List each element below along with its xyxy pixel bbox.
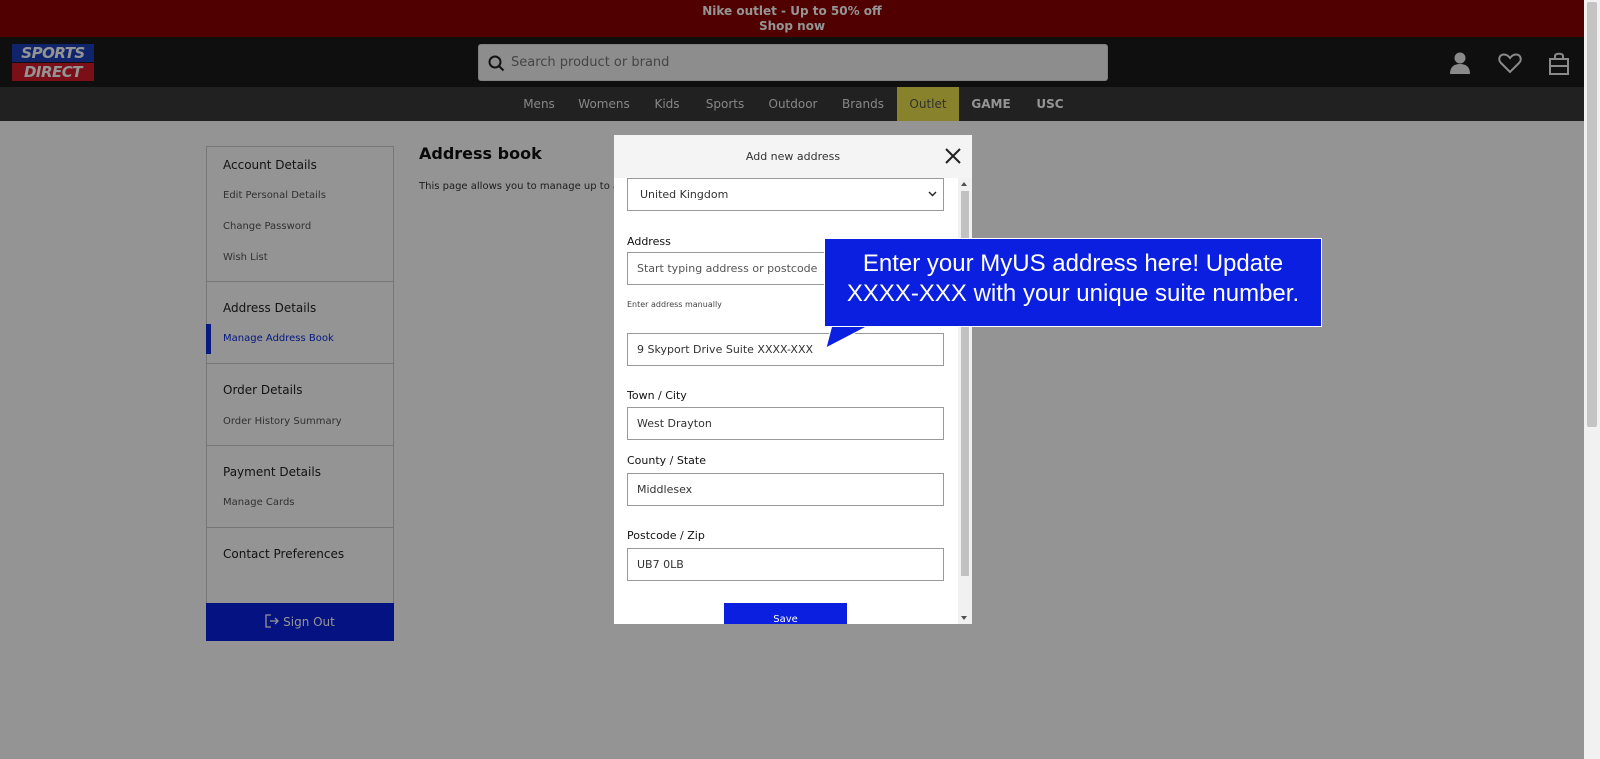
add-address-modal: Add new address United Kingdom Address E… — [614, 135, 972, 624]
county-value: Middlesex — [637, 483, 693, 496]
scroll-up-arrow-icon[interactable] — [961, 182, 967, 186]
modal-title: Add new address — [745, 150, 841, 163]
postcode-field[interactable]: UB7 0LB — [627, 548, 944, 581]
callout-line-2: XXXX-XXX with your unique suite number. — [846, 280, 1300, 307]
country-select[interactable]: United Kingdom — [627, 178, 944, 211]
county-label: County / State — [627, 454, 706, 467]
town-label: Town / City — [627, 389, 687, 402]
address-line-field[interactable]: 9 Skyport Drive Suite XXXX-XXX — [627, 333, 944, 366]
callout-pointer — [825, 325, 871, 349]
town-field[interactable]: West Drayton — [627, 407, 944, 440]
modal-header: Add new address — [614, 135, 972, 178]
page-scrollbar-thumb[interactable] — [1587, 2, 1597, 427]
town-value: West Drayton — [637, 417, 712, 430]
save-button[interactable]: Save — [724, 603, 847, 624]
enter-address-manually-link[interactable]: Enter address manually — [627, 300, 722, 309]
close-icon[interactable] — [944, 147, 962, 165]
county-field[interactable]: Middlesex — [627, 473, 944, 506]
chevron-down-icon — [928, 191, 937, 197]
scroll-down-arrow-icon[interactable] — [961, 616, 967, 620]
address-line-value: 9 Skyport Drive Suite XXXX-XXX — [637, 343, 814, 356]
postcode-value: UB7 0LB — [637, 558, 684, 571]
postcode-label: Postcode / Zip — [627, 529, 705, 542]
address-label: Address — [627, 235, 671, 248]
callout-line-1: Enter your MyUS address here! Update — [862, 250, 1284, 277]
page-scrollbar[interactable] — [1584, 0, 1600, 759]
country-value: United Kingdom — [640, 188, 729, 201]
instruction-callout: Enter your MyUS address here! Update XXX… — [824, 238, 1322, 327]
